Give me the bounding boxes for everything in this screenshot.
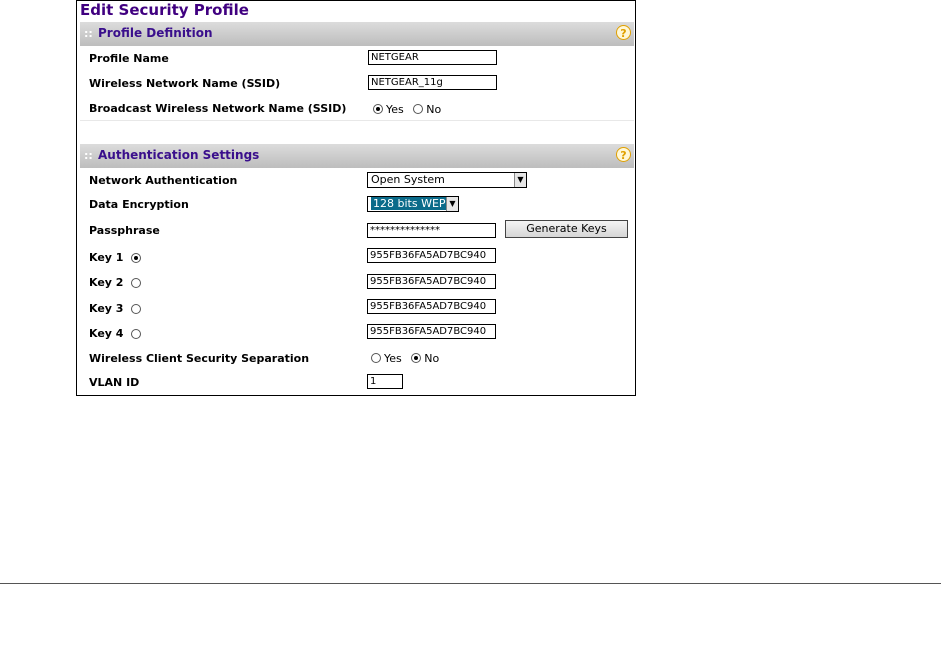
- key-3-radio[interactable]: [131, 304, 142, 314]
- passphrase-input[interactable]: **************: [367, 223, 496, 238]
- data-encryption-select[interactable]: 128 bits WEP ▼: [367, 196, 459, 212]
- passphrase-label: Passphrase: [89, 224, 160, 237]
- broadcast-ssid-label: Broadcast Wireless Network Name (SSID): [89, 102, 347, 115]
- chevron-down-icon: ▼: [446, 197, 458, 211]
- data-encryption-label: Data Encryption: [89, 198, 189, 211]
- separation-no-radio[interactable]: [411, 353, 422, 363]
- section-bullet-icon: ::: [84, 149, 93, 162]
- key-4-label: Key 4: [89, 327, 142, 340]
- key-label-text: Key 4: [89, 327, 124, 340]
- generate-keys-button[interactable]: Generate Keys: [505, 220, 628, 238]
- profile-name-label: Profile Name: [89, 52, 169, 65]
- divider: [80, 120, 634, 121]
- profile-definition-header: :: Profile Definition ?: [80, 22, 634, 46]
- key-4-radio[interactable]: [131, 329, 142, 339]
- client-separation-radio-group: Yes No: [371, 351, 445, 365]
- broadcast-no-radio[interactable]: [413, 104, 424, 114]
- key-4-input[interactable]: 955FB36FA5AD7BC940: [367, 324, 496, 339]
- section-title: Authentication Settings: [98, 148, 260, 162]
- key-1-radio[interactable]: [131, 253, 142, 263]
- vlan-id-input[interactable]: 1: [367, 374, 403, 389]
- help-icon[interactable]: ?: [616, 147, 631, 162]
- broadcast-no-label: No: [426, 102, 442, 116]
- edit-security-profile-panel: Edit Security Profile :: Profile Definit…: [76, 0, 636, 396]
- profile-name-input[interactable]: NETGEAR: [368, 50, 497, 65]
- key-1-label: Key 1: [89, 251, 142, 264]
- key-3-label: Key 3: [89, 302, 142, 315]
- client-separation-label: Wireless Client Security Separation: [89, 352, 310, 365]
- page-title: Edit Security Profile: [80, 1, 249, 19]
- data-encryption-value: 128 bits WEP: [371, 197, 448, 210]
- ssid-input[interactable]: NETGEAR_11g: [368, 75, 497, 90]
- broadcast-yes-label: Yes: [386, 102, 404, 116]
- broadcast-yes-radio[interactable]: [373, 104, 383, 114]
- separation-yes-radio[interactable]: [371, 353, 381, 363]
- separation-no-label: No: [424, 351, 440, 365]
- vlan-id-label: VLAN ID: [89, 376, 140, 389]
- network-authentication-value: Open System: [371, 173, 445, 186]
- key-2-radio[interactable]: [131, 278, 142, 288]
- key-label-text: Key 1: [89, 251, 124, 264]
- section-bullet-icon: ::: [84, 27, 93, 40]
- key-2-input[interactable]: 955FB36FA5AD7BC940: [367, 274, 496, 289]
- page-divider: [0, 583, 941, 584]
- key-label-text: Key 3: [89, 302, 124, 315]
- chevron-down-icon: ▼: [514, 173, 526, 187]
- separation-yes-label: Yes: [384, 351, 402, 365]
- section-title: Profile Definition: [98, 26, 213, 40]
- key-3-input[interactable]: 955FB36FA5AD7BC940: [367, 299, 496, 314]
- key-label-text: Key 2: [89, 276, 124, 289]
- network-authentication-label: Network Authentication: [89, 174, 238, 187]
- key-2-label: Key 2: [89, 276, 142, 289]
- network-authentication-select[interactable]: Open System ▼: [367, 172, 527, 188]
- broadcast-ssid-radio-group: Yes No: [373, 102, 447, 116]
- authentication-settings-header: :: Authentication Settings ?: [80, 144, 634, 168]
- key-1-input[interactable]: 955FB36FA5AD7BC940: [367, 248, 496, 263]
- ssid-label: Wireless Network Name (SSID): [89, 77, 281, 90]
- help-icon[interactable]: ?: [616, 25, 631, 40]
